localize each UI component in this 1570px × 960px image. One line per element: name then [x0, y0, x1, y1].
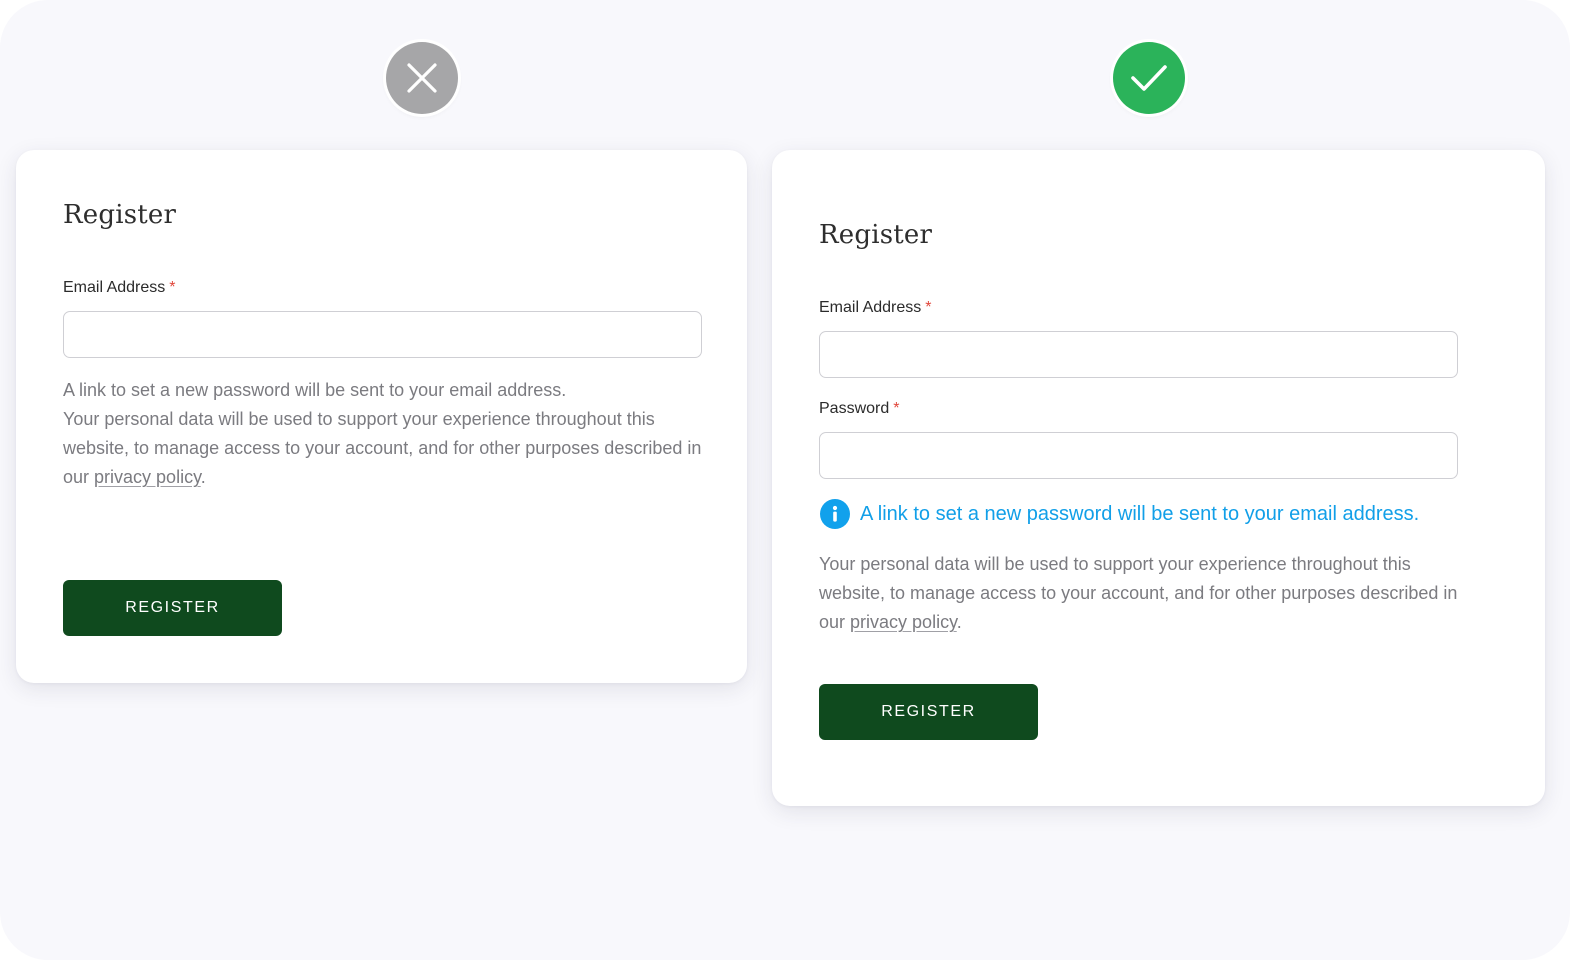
bad-example-badge	[386, 42, 458, 114]
privacy-policy-link[interactable]: privacy policy	[850, 612, 957, 632]
info-message-text: A link to set a new password will be sen…	[860, 502, 1420, 525]
close-icon	[407, 63, 437, 93]
info-message: A link to set a new password will be sen…	[820, 499, 1419, 529]
privacy-notice-end: .	[200, 467, 206, 487]
required-asterisk: *	[169, 279, 176, 296]
good-example-register-card: Register Email Address * Password * A link…	[772, 150, 1545, 806]
privacy-policy-link[interactable]: privacy policy	[94, 467, 201, 487]
email-field-label: Email Address *	[819, 299, 932, 317]
email-label-text: Email Address	[63, 279, 166, 296]
privacy-notice: Your personal data will be used to suppo…	[819, 550, 1469, 637]
required-asterisk: *	[925, 299, 932, 316]
bad-example-register-card: Register Email Address * A link to set a …	[16, 150, 747, 683]
register-button[interactable]: REGISTER	[819, 684, 1038, 740]
password-field-label: Password *	[819, 400, 899, 418]
comparison-canvas: Register Email Address * A link to set a …	[0, 0, 1570, 960]
required-asterisk: *	[893, 400, 900, 417]
email-input[interactable]	[63, 311, 702, 358]
privacy-notice-end: .	[956, 612, 962, 632]
register-title: Register	[819, 220, 933, 250]
check-icon	[1131, 65, 1167, 91]
password-input[interactable]	[819, 432, 1458, 479]
info-icon	[820, 499, 850, 529]
email-input[interactable]	[819, 331, 1458, 378]
password-label-text: Password	[819, 400, 890, 417]
privacy-notice: Your personal data will be used to suppo…	[63, 405, 713, 492]
register-button[interactable]: REGISTER	[63, 580, 282, 636]
email-label-text: Email Address	[819, 299, 922, 316]
good-example-badge	[1113, 42, 1185, 114]
password-link-note: A link to set a new password will be sen…	[63, 380, 567, 400]
register-title: Register	[63, 200, 177, 230]
email-field-label: Email Address *	[63, 279, 176, 297]
helper-text-block: A link to set a new password will be sen…	[63, 376, 713, 492]
